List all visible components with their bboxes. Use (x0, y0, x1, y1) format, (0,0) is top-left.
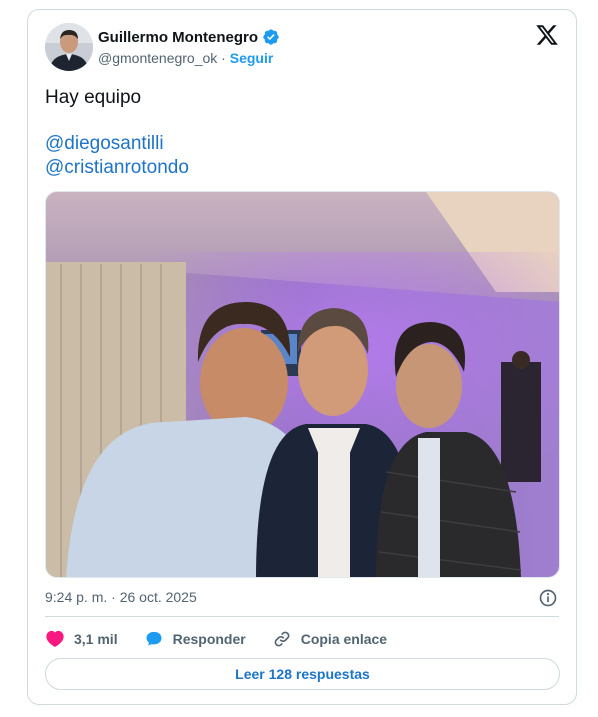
author-name-row: Guillermo Montenegro (98, 28, 280, 46)
reply-label: Responder (172, 631, 246, 647)
like-count: 3,1 mil (74, 631, 118, 647)
tweet-photo[interactable] (45, 191, 560, 578)
speech-bubble-icon (146, 631, 162, 646)
mention-link[interactable]: @diegosantilli (45, 132, 164, 156)
author-handle[interactable]: @gmontenegro_ok (98, 50, 217, 66)
avatar[interactable] (45, 23, 93, 71)
read-replies-button[interactable]: Leer 128 respuestas (45, 658, 560, 690)
tweet-actions: 3,1 mil Responder Copia enlace (45, 629, 413, 649)
embedded-tweet-card: Guillermo Montenegro @gmontenegro_ok · S… (27, 9, 577, 705)
author-name[interactable]: Guillermo Montenegro (98, 29, 258, 46)
photo-illustration (46, 192, 559, 577)
author-handle-row: @gmontenegro_ok · Seguir (98, 50, 273, 66)
link-icon (274, 631, 290, 647)
handle-separator: · (217, 50, 230, 66)
follow-button[interactable]: Seguir (230, 50, 274, 66)
copy-link-label: Copia enlace (300, 631, 388, 647)
divider (45, 616, 559, 617)
info-icon[interactable] (538, 588, 558, 608)
like-button[interactable]: 3,1 mil (45, 629, 118, 649)
verified-badge-icon (263, 29, 279, 45)
tweet-timestamp[interactable]: 9:24 p. m. · 26 oct. 2025 (45, 589, 197, 605)
avatar-image (45, 23, 93, 71)
tweet-text: Hay equipo (45, 87, 142, 108)
reply-button[interactable]: Responder (144, 629, 246, 649)
x-logo-icon[interactable] (535, 23, 559, 47)
mention-link[interactable]: @cristianrotondo (45, 156, 189, 180)
copy-link-button[interactable]: Copia enlace (272, 629, 387, 649)
heart-icon (46, 630, 64, 647)
